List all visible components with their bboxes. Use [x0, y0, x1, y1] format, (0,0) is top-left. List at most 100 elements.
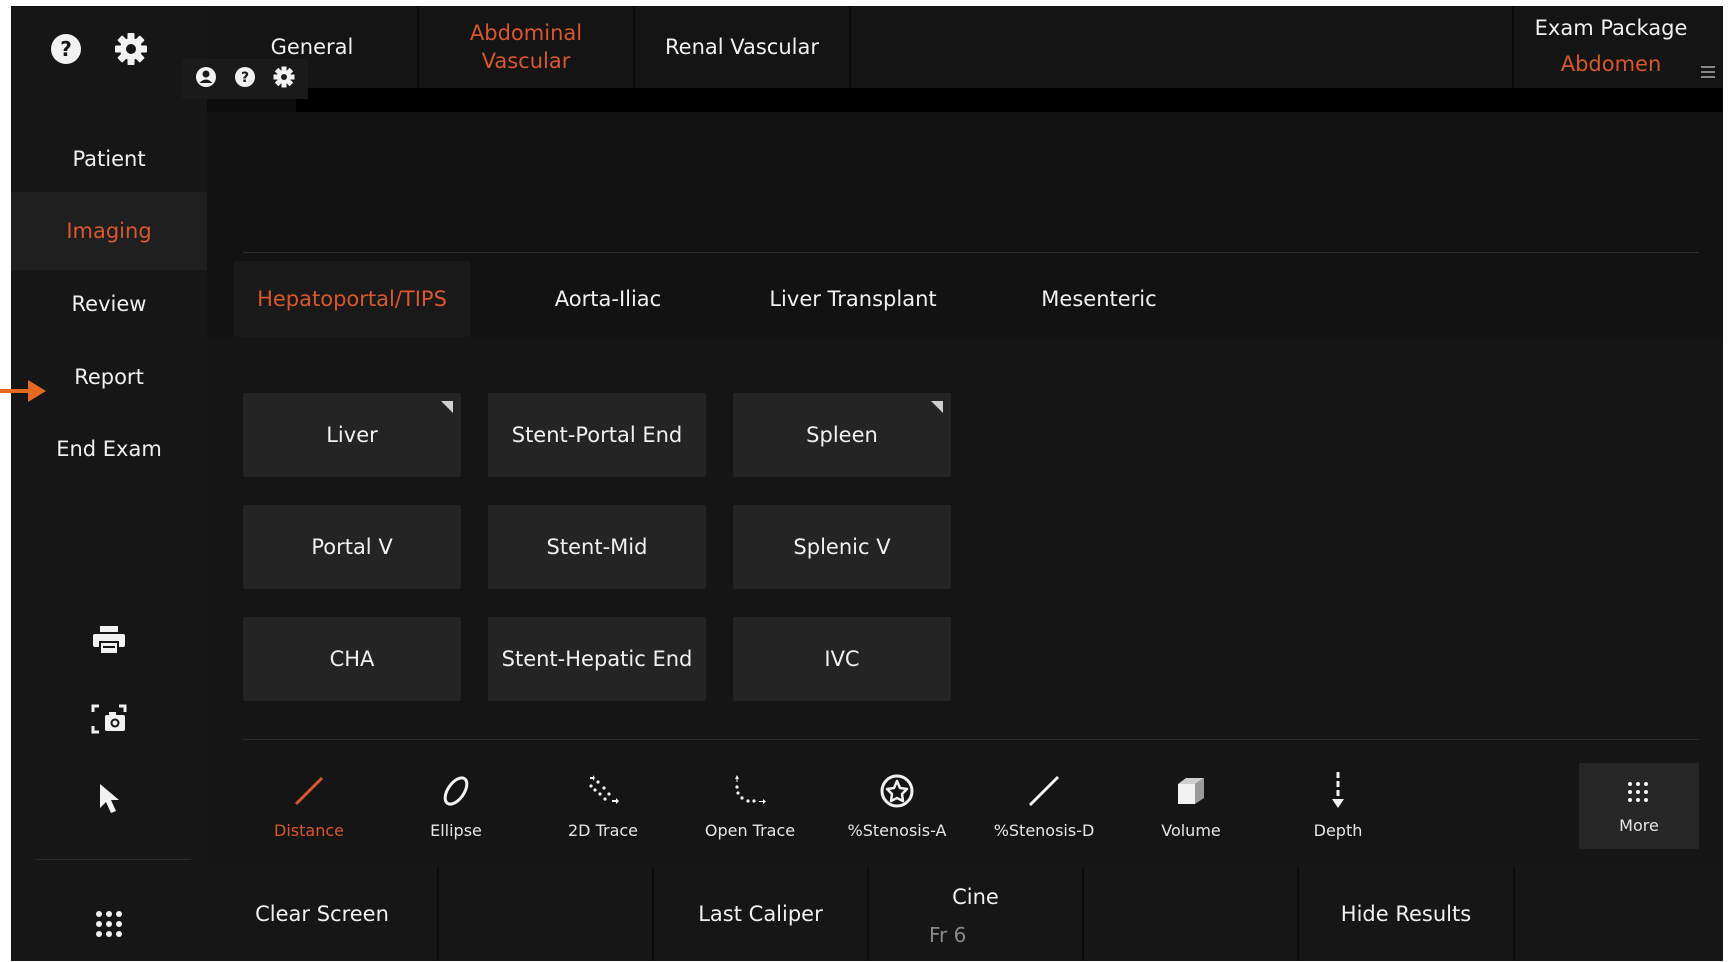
- grid-icon: [1627, 781, 1649, 807]
- cine-label: Cine: [952, 885, 999, 909]
- exam-package-value: Abdomen: [1560, 52, 1662, 76]
- subtab-label: Aorta-Iliac: [554, 287, 662, 311]
- sidebar-item-review[interactable]: Review: [11, 265, 207, 343]
- tab-label: Renal Vascular: [665, 35, 819, 59]
- tool-label: Depth: [1313, 821, 1363, 840]
- tool-stenosis-d[interactable]: %Stenosis-D: [984, 771, 1104, 861]
- submenu-indicator-icon: [441, 401, 453, 413]
- tab-label: Abdominal Vascular: [469, 21, 583, 73]
- measure-button-spleen[interactable]: Spleen: [733, 393, 951, 477]
- measure-button-liver[interactable]: Liver: [243, 393, 461, 477]
- stenosis-diameter-icon: [1024, 771, 1064, 811]
- button-label: Hide Results: [1340, 902, 1472, 926]
- ellipse-icon: [436, 771, 476, 811]
- sidebar-divider: [35, 859, 191, 860]
- subtab-label: Liver Transplant: [769, 287, 937, 311]
- sidebar-item-report[interactable]: Report: [11, 338, 207, 416]
- tool-distance[interactable]: Distance: [249, 771, 369, 861]
- tool-depth[interactable]: Depth: [1278, 771, 1398, 861]
- measure-button-ivc[interactable]: IVC: [733, 617, 951, 701]
- menu-icon[interactable]: [1701, 66, 1715, 81]
- tool-label: Ellipse: [430, 821, 482, 840]
- tool-volume[interactable]: Volume: [1131, 771, 1251, 861]
- submenu-indicator-icon: [931, 401, 943, 413]
- tool-open-trace[interactable]: Open Trace: [690, 771, 810, 861]
- open-trace-icon: [730, 771, 770, 811]
- tool-label: 2D Trace: [567, 821, 639, 840]
- caliper-toolbar: Distance Ellipse 2D Trace Open Trace %St…: [207, 755, 1723, 867]
- header-separator: [296, 88, 1723, 112]
- user-icon[interactable]: [195, 66, 217, 92]
- mini-toolbar: ?: [182, 59, 308, 99]
- sidebar-item-end-exam[interactable]: End Exam: [11, 410, 207, 488]
- cine-control[interactable]: Cine Fr 6: [869, 867, 1084, 961]
- tool-label: %Stenosis-A: [847, 821, 947, 840]
- stenosis-area-icon: [877, 771, 917, 811]
- sidebar-item-patient[interactable]: Patient: [11, 120, 207, 198]
- sidebar-item-label: Review: [71, 292, 147, 316]
- tool-stenosis-a[interactable]: %Stenosis-A: [837, 771, 957, 861]
- sidebar-item-label: Report: [74, 365, 144, 389]
- subtab-hepatoportal-tips[interactable]: Hepatoportal/TIPS: [234, 261, 470, 337]
- svg-text:?: ?: [241, 70, 249, 86]
- gear-icon[interactable]: [273, 66, 295, 92]
- tool-label: Open Trace: [704, 821, 796, 840]
- button-label: Liver: [326, 423, 378, 447]
- measure-button-stent-mid[interactable]: Stent-Mid: [488, 505, 706, 589]
- button-label: Stent-Hepatic End: [501, 647, 693, 671]
- cine-frame-value: Fr 6: [929, 923, 967, 947]
- subtab-aorta-iliac[interactable]: Aorta-Iliac: [490, 261, 726, 337]
- cursor-icon[interactable]: [87, 777, 131, 821]
- tool-label: %Stenosis-D: [993, 821, 1095, 840]
- help-icon[interactable]: ?: [234, 66, 256, 92]
- divider: [243, 739, 1699, 740]
- tool-label: Volume: [1161, 821, 1221, 840]
- distance-icon: [289, 771, 329, 811]
- exam-tabs: General Abdominal Vascular Renal Vascula…: [207, 6, 1723, 88]
- gear-icon[interactable]: [112, 30, 150, 68]
- empty-slot: [1084, 867, 1299, 961]
- clear-screen-button[interactable]: Clear Screen: [207, 867, 439, 961]
- printer-icon[interactable]: [87, 618, 131, 662]
- empty-slot: [439, 867, 654, 961]
- measure-button-splenic-v[interactable]: Splenic V: [733, 505, 951, 589]
- sidebar-item-label: Patient: [72, 147, 146, 171]
- help-icon[interactable]: ?: [47, 30, 85, 68]
- button-label: CHA: [329, 647, 375, 671]
- trace-icon: [583, 771, 623, 811]
- ultrasound-screen: ? Patient Imaging Review Report End Exam…: [11, 6, 1723, 961]
- exam-package-selector[interactable]: Exam Package Abdomen: [1512, 6, 1723, 88]
- tab-label: General: [270, 35, 354, 59]
- button-label: Stent-Portal End: [511, 423, 683, 447]
- button-label: Stent-Mid: [546, 535, 648, 559]
- subtab-liver-transplant[interactable]: Liver Transplant: [735, 261, 971, 337]
- subtab-label: Hepatoportal/TIPS: [257, 287, 447, 311]
- apps-grid-icon[interactable]: [87, 902, 131, 946]
- subtab-mesenteric[interactable]: Mesenteric: [981, 261, 1217, 337]
- tool-ellipse[interactable]: Ellipse: [396, 771, 516, 861]
- tab-renal-vascular[interactable]: Renal Vascular: [635, 6, 851, 88]
- tool-2d-trace[interactable]: 2D Trace: [543, 771, 663, 861]
- hide-results-button[interactable]: Hide Results: [1299, 867, 1515, 961]
- measure-button-portal-v[interactable]: Portal V: [243, 505, 461, 589]
- svg-text:?: ?: [60, 37, 72, 61]
- button-label: Portal V: [311, 535, 393, 559]
- sidebar: ? Patient Imaging Review Report End Exam: [11, 6, 207, 961]
- measure-button-cha[interactable]: CHA: [243, 617, 461, 701]
- button-label: Clear Screen: [255, 902, 389, 926]
- screenshot-icon[interactable]: [87, 697, 131, 741]
- last-caliper-button[interactable]: Last Caliper: [654, 867, 869, 961]
- tool-label: Distance: [274, 821, 344, 840]
- bottom-action-bar: Clear Screen Last Caliper Cine Fr 6 Hide…: [207, 867, 1723, 961]
- sidebar-item-imaging[interactable]: Imaging: [11, 192, 207, 270]
- subtab-label: Mesenteric: [1041, 287, 1157, 311]
- button-label: IVC: [824, 647, 860, 671]
- tab-abdominal-vascular[interactable]: Abdominal Vascular: [419, 6, 635, 88]
- depth-icon: [1318, 771, 1358, 811]
- measure-button-stent-portal-end[interactable]: Stent-Portal End: [488, 393, 706, 477]
- button-label: Splenic V: [793, 535, 891, 559]
- sidebar-item-label: Imaging: [66, 219, 152, 243]
- more-tools-button[interactable]: More: [1579, 763, 1699, 849]
- exam-package-title: Exam Package: [1534, 16, 1688, 40]
- measure-button-stent-hepatic-end[interactable]: Stent-Hepatic End: [488, 617, 706, 701]
